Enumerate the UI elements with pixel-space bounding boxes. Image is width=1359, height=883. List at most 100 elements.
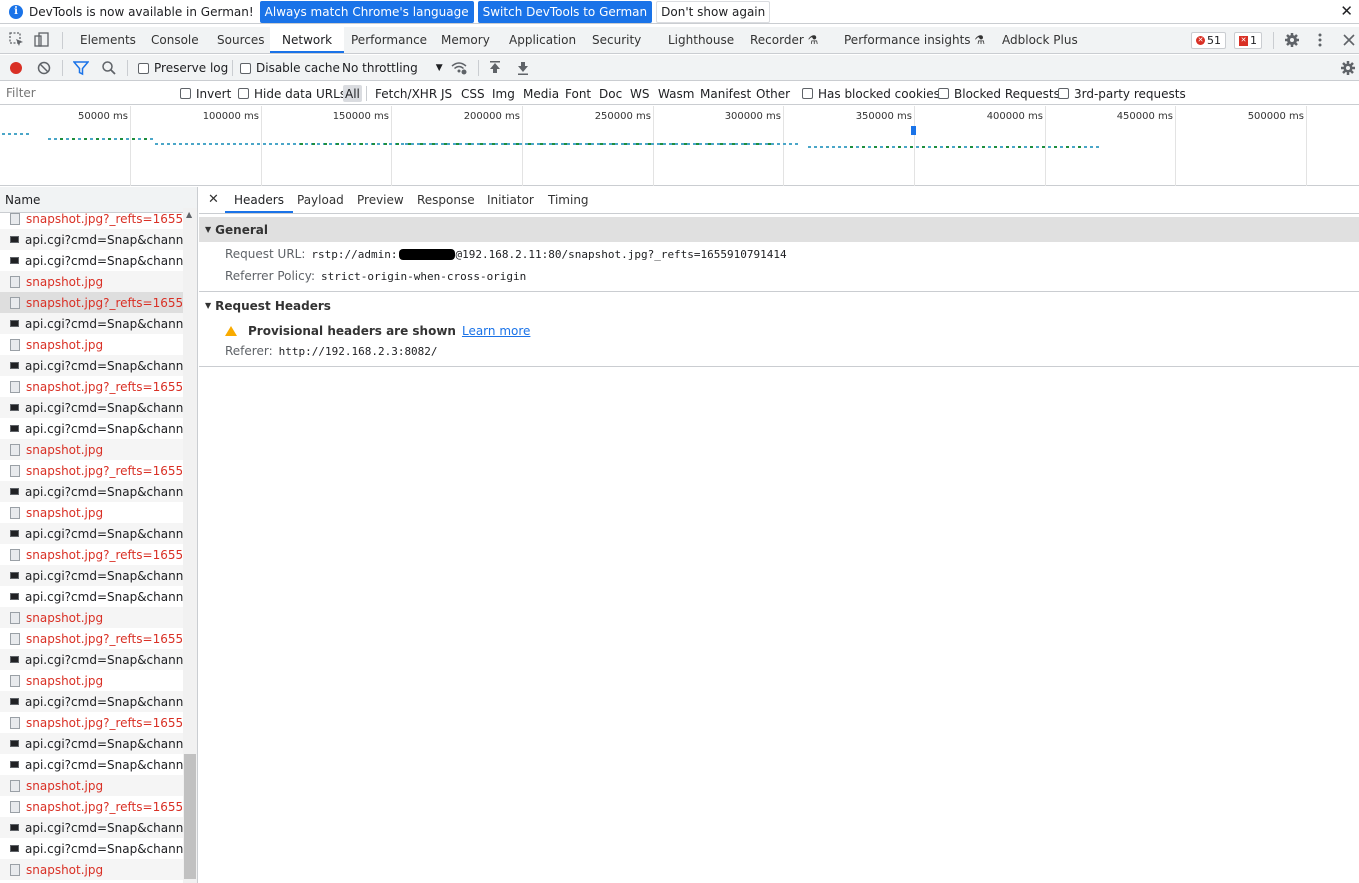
name-column-header[interactable]: Name xyxy=(0,187,197,213)
request-row[interactable]: snapshot.jpg?_refts=1655910 xyxy=(0,460,183,481)
request-row[interactable]: snapshot.jpg xyxy=(0,859,183,880)
referer-value[interactable]: http://192.168.2.3:8082/ xyxy=(279,345,438,358)
request-row[interactable]: snapshot.jpg?_refts=1655910 xyxy=(0,544,183,565)
request-row[interactable]: api.cgi?cmd=Snap&channel= xyxy=(0,397,183,418)
tab-performance[interactable]: Performance xyxy=(351,27,427,53)
tab-preview[interactable]: Preview xyxy=(357,187,404,213)
tab-network[interactable]: Network xyxy=(270,27,345,53)
request-row[interactable]: api.cgi?cmd=Snap&channel= xyxy=(0,691,183,712)
checkbox-box[interactable] xyxy=(138,62,149,74)
match-language-button[interactable]: Always match Chrome's language xyxy=(259,0,474,23)
tab-performance-insights[interactable]: Performance insights ⚗ xyxy=(844,27,985,53)
gear-icon[interactable] xyxy=(1284,32,1300,48)
tab-memory[interactable]: Memory xyxy=(441,27,490,53)
type-filter-ws[interactable]: WS xyxy=(628,82,651,105)
network-overview[interactable]: 50000 ms 100000 ms 150000 ms 200000 ms 2… xyxy=(0,106,1359,186)
type-filter-media[interactable]: Media xyxy=(521,82,561,105)
request-row[interactable]: api.cgi?cmd=Snap&channel= xyxy=(0,586,183,607)
request-headers-section-header[interactable]: ▼ Request Headers xyxy=(199,293,1359,318)
type-filter-font[interactable]: Font xyxy=(563,82,593,105)
type-filter-doc[interactable]: Doc xyxy=(597,82,624,105)
referrer-policy-value[interactable]: strict-origin-when-cross-origin xyxy=(321,270,526,283)
request-row[interactable]: snapshot.jpg xyxy=(0,271,183,292)
request-row[interactable]: api.cgi?cmd=Snap&channel= xyxy=(0,523,183,544)
request-row[interactable]: api.cgi?cmd=Snap&channel= xyxy=(0,355,183,376)
scrollbar-thumb[interactable] xyxy=(184,754,196,879)
invert-checkbox[interactable]: Invert xyxy=(180,82,231,105)
filter-input[interactable] xyxy=(2,84,166,103)
inspect-element-icon[interactable] xyxy=(9,32,25,48)
export-har-icon[interactable] xyxy=(515,60,531,76)
tab-console[interactable]: Console xyxy=(151,27,199,53)
request-row[interactable]: snapshot.jpg?_refts=1655910 xyxy=(0,796,183,817)
request-row[interactable]: snapshot.jpg?_refts=1655910 xyxy=(0,712,183,733)
network-conditions-icon[interactable] xyxy=(451,60,467,76)
scroll-up-arrow-icon[interactable]: ▲ xyxy=(186,210,192,219)
hide-data-urls-checkbox[interactable]: Hide data URLs xyxy=(238,82,346,105)
dont-show-again-button[interactable]: Don't show again xyxy=(656,0,771,23)
type-filter-css[interactable]: CSS xyxy=(459,82,487,105)
checkbox-box[interactable] xyxy=(180,88,191,99)
tab-recorder[interactable]: Recorder ⚗ xyxy=(750,27,818,53)
checkbox-box[interactable] xyxy=(1058,88,1069,99)
type-filter-manifest[interactable]: Manifest xyxy=(698,82,753,105)
close-devtools-icon[interactable] xyxy=(1341,32,1357,48)
request-row[interactable]: snapshot.jpg?_refts=1655910 xyxy=(0,376,183,397)
request-row[interactable]: api.cgi?cmd=Snap&channel= xyxy=(0,838,183,859)
checkbox-box[interactable] xyxy=(238,88,249,99)
tab-timing[interactable]: Timing xyxy=(548,187,589,213)
checkbox-box[interactable] xyxy=(938,88,949,99)
type-filter-all[interactable]: All xyxy=(343,85,362,102)
issues-count-badge[interactable]: ✕ 1 xyxy=(1234,32,1262,49)
has-blocked-cookies-checkbox[interactable]: Has blocked cookies xyxy=(802,82,940,105)
tab-application[interactable]: Application xyxy=(509,27,576,53)
request-row[interactable]: snapshot.jpg xyxy=(0,439,183,460)
tab-elements[interactable]: Elements xyxy=(80,27,136,53)
tab-adblock-plus[interactable]: Adblock Plus xyxy=(1002,27,1078,53)
device-toolbar-icon[interactable] xyxy=(34,32,50,48)
request-row[interactable]: snapshot.jpg xyxy=(0,607,183,628)
request-row[interactable]: snapshot.jpg?_refts=1655910 xyxy=(0,628,183,649)
tab-response[interactable]: Response xyxy=(417,187,475,213)
checkbox-box[interactable] xyxy=(240,62,251,74)
learn-more-link[interactable]: Learn more xyxy=(462,324,530,338)
more-options-icon[interactable] xyxy=(1312,32,1328,48)
request-row[interactable]: api.cgi?cmd=Snap&channel= xyxy=(0,313,183,334)
request-row[interactable]: snapshot.jpg?_refts=1655910 xyxy=(0,292,183,313)
checkbox-box[interactable] xyxy=(802,88,813,99)
tab-sources[interactable]: Sources xyxy=(217,27,264,53)
general-section-header[interactable]: ▼ General xyxy=(199,217,1359,242)
request-row[interactable]: snapshot.jpg xyxy=(0,502,183,523)
throttling-select[interactable]: No throttling ▼ xyxy=(342,55,443,81)
close-icon[interactable]: ✕ xyxy=(1340,2,1353,20)
tab-security[interactable]: Security xyxy=(592,27,641,53)
blocked-requests-checkbox[interactable]: Blocked Requests xyxy=(938,82,1060,105)
request-row[interactable]: snapshot.jpg xyxy=(0,334,183,355)
request-url-value[interactable]: rstp://admin: @192.168.2.11:80/snapshot.j… xyxy=(311,248,786,261)
type-filter-js[interactable]: JS xyxy=(439,82,454,105)
request-row[interactable]: api.cgi?cmd=Snap&channel= xyxy=(0,229,183,250)
request-row[interactable]: api.cgi?cmd=Snap&channel= xyxy=(0,733,183,754)
close-detail-icon[interactable]: ✕ xyxy=(208,192,219,207)
request-row[interactable]: api.cgi?cmd=Snap&channel= xyxy=(0,250,183,271)
type-filter-fetch-xhr[interactable]: Fetch/XHR xyxy=(373,82,439,105)
error-count-badge[interactable]: ✕ 51 xyxy=(1191,32,1226,49)
preserve-log-checkbox[interactable]: Preserve log xyxy=(138,55,228,81)
request-row[interactable]: snapshot.jpg xyxy=(0,775,183,796)
tab-lighthouse[interactable]: Lighthouse xyxy=(668,27,734,53)
request-row[interactable]: api.cgi?cmd=Snap&channel= xyxy=(0,649,183,670)
request-row[interactable]: api.cgi?cmd=Snap&channel= xyxy=(0,418,183,439)
tab-headers[interactable]: Headers xyxy=(225,187,293,213)
third-party-requests-checkbox[interactable]: 3rd-party requests xyxy=(1058,82,1186,105)
request-row[interactable]: api.cgi?cmd=Snap&channel= xyxy=(0,817,183,838)
tab-initiator[interactable]: Initiator xyxy=(487,187,534,213)
network-settings-gear-icon[interactable] xyxy=(1340,60,1356,76)
clear-icon[interactable] xyxy=(36,60,52,76)
disable-cache-checkbox[interactable]: Disable cache xyxy=(240,55,340,81)
type-filter-img[interactable]: Img xyxy=(490,82,517,105)
type-filter-other[interactable]: Other xyxy=(754,82,792,105)
tab-payload[interactable]: Payload xyxy=(297,187,344,213)
request-row[interactable]: api.cgi?cmd=Snap&channel= xyxy=(0,754,183,775)
switch-german-button[interactable]: Switch DevTools to German xyxy=(477,0,653,23)
record-stop-icon[interactable] xyxy=(8,60,24,76)
